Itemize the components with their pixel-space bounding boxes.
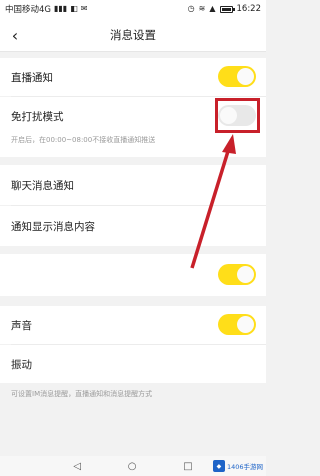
- arrow-head: [222, 134, 236, 154]
- watermark: ◆ 1406手游网: [212, 458, 263, 474]
- triangle-back-icon[interactable]: ◁: [73, 461, 81, 472]
- square-recents-icon[interactable]: □: [183, 461, 192, 472]
- watermark-logo-icon: ◆: [212, 460, 225, 472]
- watermark-text: 1406手游网: [226, 463, 263, 471]
- circle-home-icon[interactable]: ○: [128, 461, 137, 472]
- annotation-arrow: [190, 134, 236, 269]
- arrow-shaft: [190, 147, 231, 269]
